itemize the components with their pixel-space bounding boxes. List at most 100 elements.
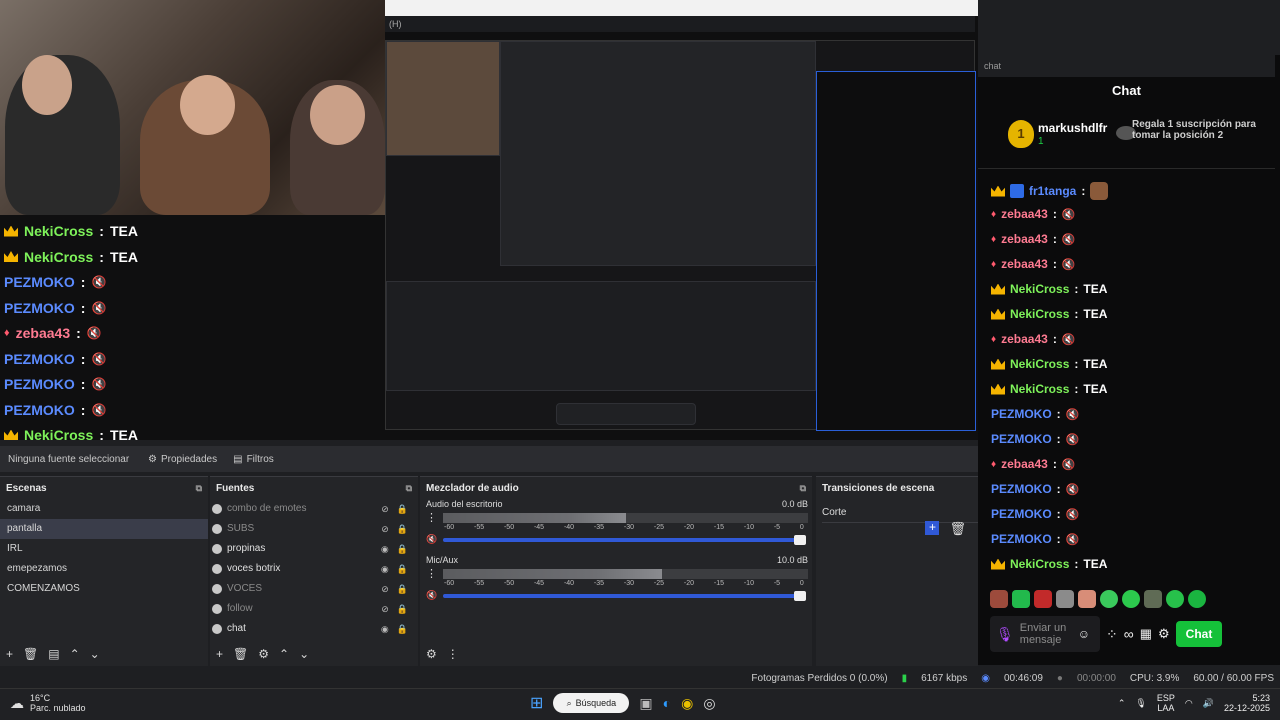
- chat-username[interactable]: PEZMOKO: [991, 432, 1052, 446]
- chat-username[interactable]: zebaa43: [1001, 257, 1048, 271]
- chat-username[interactable]: NekiCross: [1010, 282, 1069, 296]
- scene-item[interactable]: pantalla: [0, 519, 208, 539]
- lock-icon[interactable]: 🔒: [397, 599, 408, 619]
- lock-icon[interactable]: 🔒: [397, 499, 408, 519]
- chat-username[interactable]: fr1tanga: [1029, 184, 1076, 198]
- chat-message[interactable]: NekiCross: TEA: [991, 282, 1107, 296]
- lock-icon[interactable]: 🔒: [397, 579, 408, 599]
- visibility-icon[interactable]: ◉: [381, 559, 389, 579]
- visibility-icon[interactable]: ◉: [381, 539, 389, 559]
- trash-icon[interactable]: 🗑: [949, 521, 966, 537]
- chat-message[interactable]: NekiCross: TEA: [991, 382, 1107, 396]
- chat-message[interactable]: ♦ zebaa43: 🔇: [991, 332, 1076, 346]
- gear-icon[interactable]: ⚙: [258, 647, 269, 661]
- chat-username[interactable]: zebaa43: [1001, 332, 1048, 346]
- gear-icon[interactable]: ⚙: [426, 647, 437, 661]
- chat-message[interactable]: PEZMOKO: 🔇: [991, 407, 1079, 421]
- visibility-icon[interactable]: ⊘: [381, 579, 389, 599]
- send-chat-button[interactable]: Chat: [1175, 621, 1223, 647]
- wifi-icon[interactable]: ◠: [1185, 698, 1193, 709]
- task-view-icon[interactable]: ▣: [639, 695, 652, 712]
- popout-icon[interactable]: ⧉: [196, 483, 202, 493]
- chat-username[interactable]: NekiCross: [1010, 382, 1069, 396]
- chat-message[interactable]: ♦ zebaa43: 🔇: [991, 207, 1076, 221]
- visibility-icon[interactable]: ⊘: [381, 499, 389, 519]
- chat-message[interactable]: NekiCross: TEA: [991, 357, 1107, 371]
- popout-icon[interactable]: ⧉: [800, 483, 806, 493]
- chat-username[interactable]: PEZMOKO: [991, 482, 1052, 496]
- emote-icon[interactable]: [1100, 590, 1118, 608]
- channel-menu-icon[interactable]: ⋮: [426, 567, 437, 580]
- scene-item[interactable]: camara: [0, 499, 208, 519]
- volume-slider[interactable]: [443, 534, 806, 545]
- chat-username[interactable]: PEZMOKO: [991, 407, 1052, 421]
- source-item[interactable]: SUBS ⊘ 🔒: [210, 519, 418, 539]
- chat-message[interactable]: NekiCross: TEA: [991, 307, 1107, 321]
- more-icon[interactable]: ⋮: [447, 647, 459, 661]
- emote-icon[interactable]: [990, 590, 1008, 608]
- visibility-icon[interactable]: ⊘: [381, 599, 389, 619]
- mute-toggle-icon[interactable]: 🔇: [426, 534, 437, 545]
- visibility-icon[interactable]: ◉: [381, 619, 389, 639]
- transition-select[interactable]: Corte: [822, 503, 978, 523]
- lock-icon[interactable]: 🔒: [397, 539, 408, 559]
- chat-username[interactable]: NekiCross: [1010, 357, 1069, 371]
- chat-message[interactable]: PEZMOKO: 🔇: [991, 507, 1079, 521]
- lock-icon[interactable]: 🔒: [397, 619, 408, 639]
- emote-icon[interactable]: [1188, 590, 1206, 608]
- mic-icon[interactable]: 🎙: [996, 626, 1014, 643]
- emote-icon[interactable]: [1144, 590, 1162, 608]
- add-icon[interactable]: +: [216, 647, 223, 661]
- chat-message[interactable]: fr1tanga:: [991, 182, 1109, 200]
- popout-icon[interactable]: ⧉: [406, 483, 412, 493]
- chat-message[interactable]: PEZMOKO: 🔇: [991, 432, 1079, 446]
- emoji-icon[interactable]: ☺: [1078, 627, 1090, 641]
- source-item[interactable]: propinas ◉ 🔒: [210, 539, 418, 559]
- chevron-up-icon[interactable]: ⌃: [1118, 698, 1126, 709]
- source-item[interactable]: combo de emotes ⊘ 🔒: [210, 499, 418, 519]
- emote-icon[interactable]: [1034, 590, 1052, 608]
- taskbar-search[interactable]: ⌕ Búsqueda: [553, 693, 630, 713]
- chat-message[interactable]: ♦ zebaa43: 🔇: [991, 257, 1076, 271]
- clock[interactable]: 5:23 22-12-2025: [1224, 693, 1270, 713]
- chat-username[interactable]: PEZMOKO: [991, 507, 1052, 521]
- slider-handle[interactable]: [794, 590, 806, 601]
- volume-slider[interactable]: [443, 590, 806, 601]
- emote-icon[interactable]: [1166, 590, 1184, 608]
- mute-toggle-icon[interactable]: 🔇: [426, 590, 437, 601]
- message-input[interactable]: 🎙 Enviar un mensaje ☺: [990, 616, 1100, 652]
- lock-icon[interactable]: 🔒: [397, 519, 408, 539]
- infinity-icon[interactable]: ∞: [1124, 626, 1134, 642]
- store-icon[interactable]: ▦: [1140, 626, 1152, 642]
- trash-icon[interactable]: 🗑: [23, 647, 38, 661]
- scene-item[interactable]: IRL: [0, 539, 208, 559]
- source-item[interactable]: chat ◉ 🔒: [210, 619, 418, 639]
- chevron-down-icon[interactable]: ⌄: [299, 647, 309, 661]
- add-icon[interactable]: +: [6, 647, 13, 661]
- points-icon[interactable]: ⁘: [1106, 626, 1118, 643]
- mic-icon[interactable]: 🎙: [1135, 698, 1146, 709]
- emote-icon[interactable]: [1078, 590, 1096, 608]
- source-item[interactable]: follow ⊘ 🔒: [210, 599, 418, 619]
- chat-message[interactable]: PEZMOKO: 🔇: [991, 532, 1079, 546]
- channel-menu-icon[interactable]: ⋮: [426, 511, 437, 524]
- volume-icon[interactable]: 🔊: [1203, 698, 1214, 709]
- chevron-up-icon[interactable]: ⌃: [279, 647, 289, 661]
- visibility-icon[interactable]: ⊘: [381, 519, 389, 539]
- chat-message[interactable]: NekiCross: TEA: [991, 557, 1107, 571]
- chat-username[interactable]: NekiCross: [1010, 307, 1069, 321]
- scene-item[interactable]: COMENZAMOS: [0, 579, 208, 599]
- source-item[interactable]: VOCES ⊘ 🔒: [210, 579, 418, 599]
- chat-username[interactable]: PEZMOKO: [991, 532, 1052, 546]
- chevron-down-icon[interactable]: ⌄: [90, 647, 100, 661]
- chat-username[interactable]: NekiCross: [1010, 557, 1069, 571]
- language-indicator[interactable]: ESP LAA: [1157, 693, 1175, 713]
- chrome-icon[interactable]: ◉: [681, 695, 693, 712]
- chat-username[interactable]: zebaa43: [1001, 207, 1048, 221]
- slider-handle[interactable]: [794, 534, 806, 545]
- chat-message[interactable]: PEZMOKO: 🔇: [991, 482, 1079, 496]
- windows-start-icon[interactable]: ⊞: [530, 693, 543, 713]
- scene-item[interactable]: emepezamos: [0, 559, 208, 579]
- emote-icon[interactable]: [1012, 590, 1030, 608]
- chevron-up-icon[interactable]: ⌃: [70, 647, 80, 661]
